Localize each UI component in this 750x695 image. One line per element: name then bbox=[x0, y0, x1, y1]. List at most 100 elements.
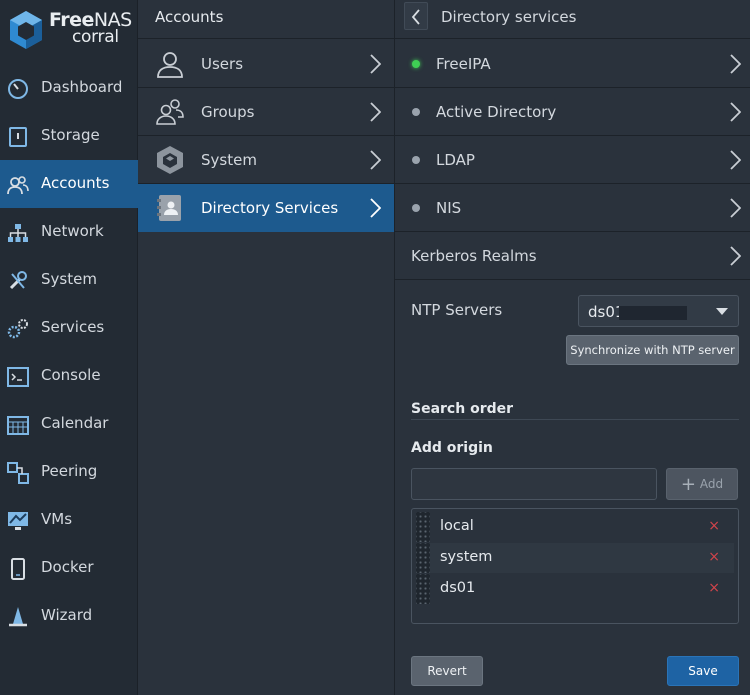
chevron-right-icon bbox=[370, 54, 381, 74]
ds-item-active-directory[interactable]: Active Directory bbox=[395, 88, 750, 136]
ds-item-freeipa[interactable]: FreeIPA bbox=[395, 40, 750, 88]
remove-icon[interactable]: × bbox=[708, 549, 720, 565]
nav-item-services[interactable]: Services bbox=[0, 304, 138, 352]
chevron-right-icon bbox=[370, 150, 381, 170]
nav-item-vms[interactable]: VMs bbox=[0, 496, 138, 544]
remove-icon[interactable]: × bbox=[708, 580, 720, 596]
monitor-icon bbox=[8, 512, 28, 530]
wizard-icon bbox=[9, 607, 27, 627]
chevron-right-icon bbox=[730, 102, 741, 122]
ds-item-ldap[interactable]: LDAP bbox=[395, 136, 750, 184]
search-order-heading: Search order bbox=[411, 401, 514, 417]
accounts-item-label: System bbox=[201, 151, 257, 169]
drag-handle[interactable] bbox=[416, 574, 430, 604]
freenas-logo-icon bbox=[10, 11, 42, 49]
network-icon bbox=[8, 224, 28, 242]
nav-label: Services bbox=[41, 318, 105, 336]
nav-label: Calendar bbox=[41, 414, 109, 432]
drag-handle[interactable] bbox=[416, 512, 430, 542]
nav-label: Wizard bbox=[41, 606, 93, 624]
chevron-left-icon bbox=[411, 9, 420, 25]
divider bbox=[411, 419, 739, 420]
directory-services-panel: Directory services FreeIPA Active Direct… bbox=[395, 0, 750, 695]
nav-label: Peering bbox=[41, 462, 98, 480]
synchronize-ntp-button[interactable]: Synchronize with NTP server bbox=[566, 335, 739, 365]
nav-label: Accounts bbox=[41, 174, 110, 192]
list-item[interactable]: system × bbox=[416, 543, 734, 573]
origin-label: system bbox=[440, 549, 493, 565]
drag-handle[interactable] bbox=[416, 543, 430, 573]
nav-item-system[interactable]: System bbox=[0, 256, 138, 304]
tools-icon bbox=[9, 271, 27, 290]
add-origin-heading: Add origin bbox=[411, 440, 493, 456]
list-item[interactable]: local × bbox=[416, 512, 734, 542]
nav-item-docker[interactable]: Docker bbox=[0, 544, 138, 592]
nav-label: Console bbox=[41, 366, 101, 384]
nav-item-peering[interactable]: Peering bbox=[0, 448, 138, 496]
nav-item-storage[interactable]: Storage bbox=[0, 112, 138, 160]
ds-item-label: LDAP bbox=[436, 151, 475, 169]
group-icon bbox=[156, 99, 184, 125]
calendar-icon bbox=[7, 416, 29, 435]
plus-icon: + bbox=[680, 473, 696, 495]
caret-down-icon bbox=[716, 308, 728, 315]
status-dot-enabled bbox=[412, 60, 420, 68]
chevron-right-icon bbox=[370, 102, 381, 122]
accounts-item-users[interactable]: Users bbox=[138, 40, 394, 88]
gears-icon bbox=[7, 319, 28, 339]
nav-label: Network bbox=[41, 222, 104, 240]
add-button-label: Add bbox=[699, 476, 724, 491]
nav-item-dashboard[interactable]: Dashboard bbox=[0, 64, 138, 112]
nav-item-console[interactable]: Console bbox=[0, 352, 138, 400]
main-nav: FreeNAS corral Dashboard Storage Account… bbox=[0, 0, 138, 695]
chevron-right-icon bbox=[730, 150, 741, 170]
nav-item-network[interactable]: Network bbox=[0, 208, 138, 256]
nav-item-wizard[interactable]: Wizard bbox=[0, 592, 138, 640]
origin-label: ds01 bbox=[440, 580, 476, 596]
ds-item-label: Kerberos Realms bbox=[411, 247, 537, 265]
ds-item-label: NIS bbox=[436, 199, 462, 217]
users-icon bbox=[7, 176, 29, 195]
ds-item-kerberos-realms[interactable]: Kerberos Realms bbox=[395, 232, 750, 280]
ds-item-label: Active Directory bbox=[436, 103, 557, 121]
nav-label: System bbox=[41, 270, 97, 288]
remove-icon[interactable]: × bbox=[708, 518, 720, 534]
address-book-icon bbox=[157, 195, 181, 221]
accounts-item-groups[interactable]: Groups bbox=[138, 88, 394, 136]
chevron-right-icon bbox=[730, 246, 741, 266]
accounts-item-label: Groups bbox=[201, 103, 255, 121]
redacted-text bbox=[619, 306, 687, 320]
terminal-icon bbox=[7, 367, 29, 387]
add-origin-input[interactable] bbox=[411, 468, 657, 500]
gauge-icon bbox=[8, 79, 28, 99]
revert-button[interactable]: Revert bbox=[411, 656, 483, 686]
freenas-logo: FreeNAS corral bbox=[0, 0, 138, 58]
ds-item-nis[interactable]: NIS bbox=[395, 184, 750, 232]
nav-label: Storage bbox=[41, 126, 100, 144]
accounts-panel: Accounts Users Groups System Directory S… bbox=[138, 0, 395, 695]
user-icon bbox=[157, 52, 183, 78]
peering-icon bbox=[7, 462, 29, 484]
nav-item-accounts[interactable]: Accounts bbox=[0, 160, 138, 208]
ds-item-label: FreeIPA bbox=[436, 55, 491, 73]
ntp-servers-select[interactable]: ds01 bbox=[578, 295, 739, 327]
nav-label: Docker bbox=[41, 558, 94, 576]
nav-label: Dashboard bbox=[41, 78, 123, 96]
logo-subtext: corral bbox=[72, 27, 119, 47]
directory-services-header: Directory services bbox=[395, 0, 750, 39]
storage-icon bbox=[9, 127, 27, 147]
back-button[interactable] bbox=[404, 2, 428, 30]
accounts-item-label: Users bbox=[201, 55, 244, 73]
nav-label: VMs bbox=[41, 510, 73, 528]
nav-item-calendar[interactable]: Calendar bbox=[0, 400, 138, 448]
origin-label: local bbox=[440, 518, 474, 534]
save-button[interactable]: Save bbox=[667, 656, 739, 686]
list-item[interactable]: ds01 × bbox=[416, 574, 734, 604]
chevron-right-icon bbox=[370, 198, 381, 218]
accounts-item-directory-services[interactable]: Directory Services bbox=[138, 184, 394, 232]
accounts-item-system[interactable]: System bbox=[138, 136, 394, 184]
accounts-item-label: Directory Services bbox=[201, 199, 339, 217]
add-origin-button[interactable]: + Add bbox=[666, 468, 738, 500]
status-dot-disabled bbox=[412, 108, 420, 116]
accounts-title: Accounts bbox=[138, 0, 394, 39]
